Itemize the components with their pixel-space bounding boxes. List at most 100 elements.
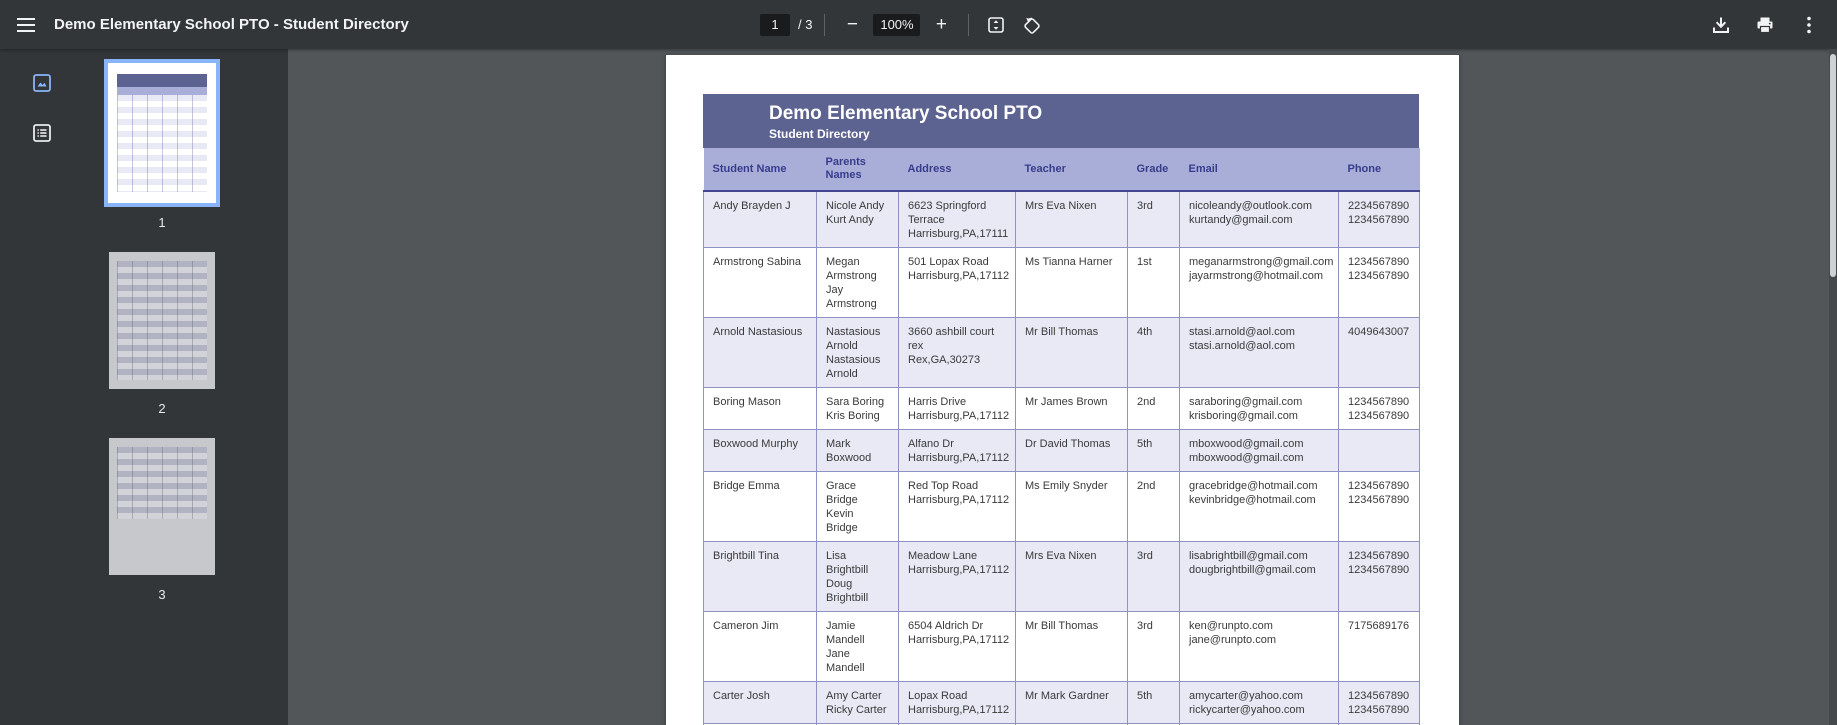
- thumbnails-view-button[interactable]: [26, 67, 58, 99]
- cell-parents: Grace Bridge Kevin Bridge: [816, 471, 899, 542]
- table-row: Carter Josh Amy Carter Ricky Carter Lopax R…: [703, 681, 1420, 724]
- cell-emails: amycarter@yahoo.com rickycarter@yahoo.com: [1179, 681, 1339, 724]
- page-number-input[interactable]: [760, 13, 790, 36]
- cell-emails: saraboring@gmail.com krisboring@gmail.com: [1179, 387, 1339, 430]
- cell-address: Meadow Lane Harrisburg,PA,17112: [898, 541, 1016, 612]
- table-row: Boring Mason Sara Boring Kris Boring Harris…: [703, 387, 1420, 430]
- cell-grade: 2nd: [1127, 387, 1180, 430]
- cell-teacher: Mrs Eva Nixen: [1015, 541, 1128, 612]
- download-button[interactable]: [1703, 7, 1739, 43]
- column-header-grade: Grade: [1127, 148, 1180, 192]
- cell-phones: 7175689176: [1338, 611, 1420, 682]
- cell-parents: Megan Armstrong Jay Armstrong: [816, 247, 899, 318]
- cell-address: 3660 ashbill court rex Rex,GA,30273: [898, 317, 1016, 388]
- more-vertical-icon: [1807, 16, 1811, 34]
- pdf-viewer-area: Demo Elementary School PTO Student Direc…: [288, 49, 1837, 725]
- hamburger-icon: [17, 17, 35, 32]
- cell-teacher: Mr Bill Thomas: [1015, 611, 1128, 682]
- zoom-in-button[interactable]: +: [926, 10, 956, 40]
- cell-parents: Sara Boring Kris Boring: [816, 387, 899, 430]
- pdf-sidebar: 1 2 3: [0, 49, 288, 725]
- cell-phones: 1234567890 1234567890: [1338, 387, 1420, 430]
- cell-parents: Nastasious Arnold Nastasious Arnold: [816, 317, 899, 388]
- mini-table-rows: [117, 447, 207, 519]
- cell-teacher: Mr Mark Gardner: [1015, 681, 1128, 724]
- fit-to-page-icon: [987, 16, 1005, 34]
- cell-address: Red Top Road Harrisburg,PA,17112: [898, 471, 1016, 542]
- cell-emails: ken@runpto.com jane@runpto.com: [1179, 611, 1339, 682]
- thumbnail-page-number: 2: [158, 401, 166, 416]
- rotate-button[interactable]: [1017, 10, 1047, 40]
- cell-phones: 1234567890 1234567890: [1338, 541, 1420, 612]
- directory-table-body: Andy Brayden J Nicole Andy Kurt Andy 6623 S…: [703, 191, 1420, 725]
- cell-grade: 3rd: [1127, 541, 1180, 612]
- cell-address: Harris Drive Harrisburg,PA,17112: [898, 387, 1016, 430]
- rotate-counterclockwise-icon: [1023, 16, 1041, 34]
- cell-emails: mboxwood@gmail.com mboxwood@gmail.com: [1179, 429, 1339, 472]
- print-icon: [1756, 16, 1774, 34]
- mini-table-rows: [117, 95, 207, 192]
- cell-grade: 5th: [1127, 429, 1180, 472]
- table-row: Boxwood Murphy Mark Boxwood Alfano Dr Harris…: [703, 429, 1420, 472]
- cell-emails: nicoleandy@outlook.com kurtandy@gmail.com: [1179, 191, 1339, 248]
- cell-student: Carter Josh: [703, 681, 817, 724]
- cell-grade: 2nd: [1127, 471, 1180, 542]
- cell-grade: 4th: [1127, 317, 1180, 388]
- table-row: Cameron Jim Jamie Mandell Jane Mandell 6504 A…: [703, 611, 1420, 682]
- toolbar-divider: [968, 13, 970, 36]
- thumbnail-item-page-3[interactable]: 3: [109, 438, 215, 602]
- cell-emails: lisabrightbill@gmail.com dougbrightbill@g…: [1179, 541, 1339, 612]
- toolbar-left: Demo Elementary School PTO - Student Dir…: [0, 0, 409, 49]
- student-directory-table: Student Name Parents Names Address Teacher G…: [703, 148, 1420, 725]
- thumbnails-view-icon: [32, 73, 52, 93]
- table-row: Arnold Nastasious Nastasious Arnold Nastasi…: [703, 317, 1420, 388]
- cell-teacher: Ms Emily Snyder: [1015, 471, 1128, 542]
- thumbnail-list: 1 2 3: [64, 49, 288, 624]
- vertical-scrollbar[interactable]: [1829, 49, 1837, 725]
- cell-emails: stasi.arnold@aol.com stasi.arnold@aol.com: [1179, 317, 1339, 388]
- cell-phones: 1234567890 1234567890: [1338, 247, 1420, 318]
- cell-address: 6623 Springford Terrace Harrisburg,PA,1711…: [898, 191, 1016, 248]
- cell-phones: 2234567890 1234567890: [1338, 191, 1420, 248]
- cell-parents: Jamie Mandell Jane Mandell: [816, 611, 899, 682]
- cell-student: Cameron Jim: [703, 611, 817, 682]
- toolbar-center: / 3 − +: [760, 0, 1047, 49]
- thumbnail-page-preview[interactable]: [108, 63, 216, 203]
- zoom-level-input[interactable]: [873, 13, 921, 36]
- column-header-parents: Parents Names: [816, 148, 899, 192]
- cell-phones: 1234567890 1234567890: [1338, 681, 1420, 724]
- table-row: Bridge Emma Grace Bridge Kevin Bridge Red Top…: [703, 471, 1420, 542]
- thumbnail-page-preview[interactable]: [109, 438, 215, 575]
- cell-student: Andy Brayden J: [703, 191, 817, 248]
- document-title: Demo Elementary School PTO - Student Dir…: [54, 16, 409, 33]
- table-row: Brightbill Tina Lisa Brightbill Doug Brightb…: [703, 541, 1420, 612]
- cell-teacher: Mrs Eva Nixen: [1015, 191, 1128, 248]
- cell-student: Boring Mason: [703, 387, 817, 430]
- scrollbar-thumb[interactable]: [1830, 54, 1836, 277]
- thumbnail-page-preview[interactable]: [109, 252, 215, 389]
- cell-teacher: Mr James Brown: [1015, 387, 1128, 430]
- menu-button[interactable]: [8, 7, 44, 43]
- cell-emails: gracebridge@hotmail.com kevinbridge@hotma…: [1179, 471, 1339, 542]
- cell-grade: 5th: [1127, 681, 1180, 724]
- outline-view-button[interactable]: [26, 117, 58, 149]
- print-button[interactable]: [1747, 7, 1783, 43]
- cell-emails: meganarmstrong@gmail.com jayarmstrong@hot…: [1179, 247, 1339, 318]
- cell-teacher: Dr David Thomas: [1015, 429, 1128, 472]
- pdf-toolbar: Demo Elementary School PTO - Student Dir…: [0, 0, 1837, 49]
- thumbnail-item-page-2[interactable]: 2: [109, 252, 215, 416]
- cell-student: Boxwood Murphy: [703, 429, 817, 472]
- thumbnail-item-page-1[interactable]: 1: [108, 63, 216, 230]
- pdf-page-1: Demo Elementary School PTO Student Direc…: [666, 55, 1459, 725]
- cell-phones: [1338, 429, 1420, 472]
- fit-to-page-button[interactable]: [981, 10, 1011, 40]
- column-header-student: Student Name: [703, 148, 817, 192]
- table-row: Armstrong Sabina Megan Armstrong Jay Armstro…: [703, 247, 1420, 318]
- cell-phones: 1234567890 1234567890: [1338, 471, 1420, 542]
- cell-address: Alfano Dr Harrisburg,PA,17112: [898, 429, 1016, 472]
- banner-subtitle: Student Directory: [769, 127, 870, 141]
- cell-parents: Amy Carter Ricky Carter: [816, 681, 899, 724]
- more-options-button[interactable]: [1791, 7, 1827, 43]
- cell-address: 501 Lopax Road Harrisburg,PA,17112: [898, 247, 1016, 318]
- zoom-out-button[interactable]: −: [837, 10, 867, 40]
